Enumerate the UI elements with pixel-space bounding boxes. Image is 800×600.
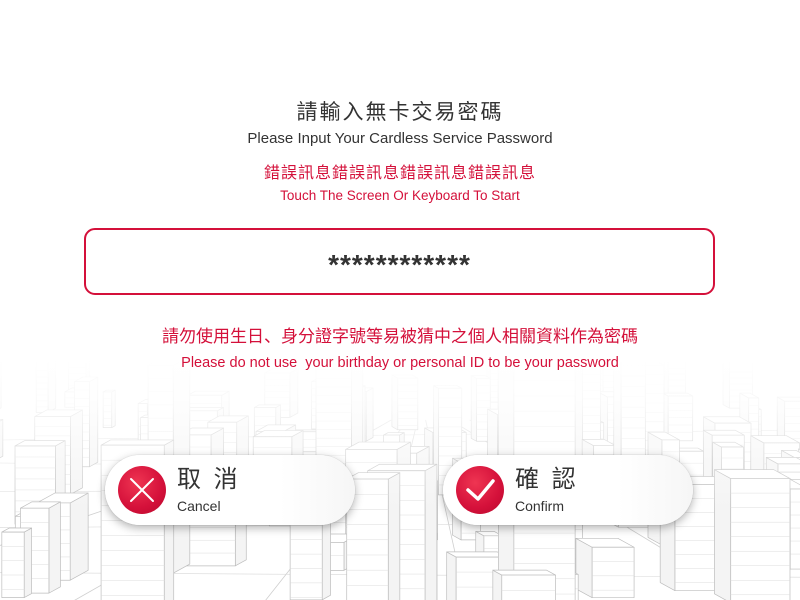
password-field[interactable]: ************ [84,228,715,295]
building-front [501,574,556,600]
check-icon [466,479,495,501]
confirm-label-en: Confirm [515,498,565,514]
confirm-icon-circle [456,466,504,514]
cancel-label-zh: 取 消 [177,466,241,493]
page-subtitle: Please Input Your Cardless Service Passw… [247,130,553,147]
close-icon [130,478,154,502]
cancel-icon-circle [118,466,166,514]
cancel-label-en: Cancel [177,498,221,514]
password-mask: ************ [328,249,471,280]
building-side [23,527,32,598]
building-side [48,501,61,594]
building-outline [1,527,32,598]
start-prompt: Touch The Screen Or Keyboard To Start [280,188,520,203]
password-warning-en: Please do not use your birthday or perso… [181,355,619,371]
building-side [446,551,457,600]
confirm-label-zh: 確 認 [515,466,579,493]
error-message: 錯誤訊息錯誤訊息錯誤訊息錯誤訊息 [263,165,536,182]
atm-screen: 請輸入無卡交易密碼 Please Input Your Cardless Ser… [0,0,800,600]
building-outline [492,569,556,600]
confirm-button[interactable]: 確 認 Confirm [443,455,693,525]
password-warning-zh: 請勿使用生日、身分證字號等易被猜中之個人相關資料作為密碼 [162,327,638,346]
building-roof [492,569,556,576]
building-front [1,531,25,598]
cancel-button[interactable]: 取 消 Cancel [105,455,355,525]
building-roof [446,551,508,558]
page-title: 請輸入無卡交易密碼 [296,101,504,124]
building-outline [575,537,635,599]
